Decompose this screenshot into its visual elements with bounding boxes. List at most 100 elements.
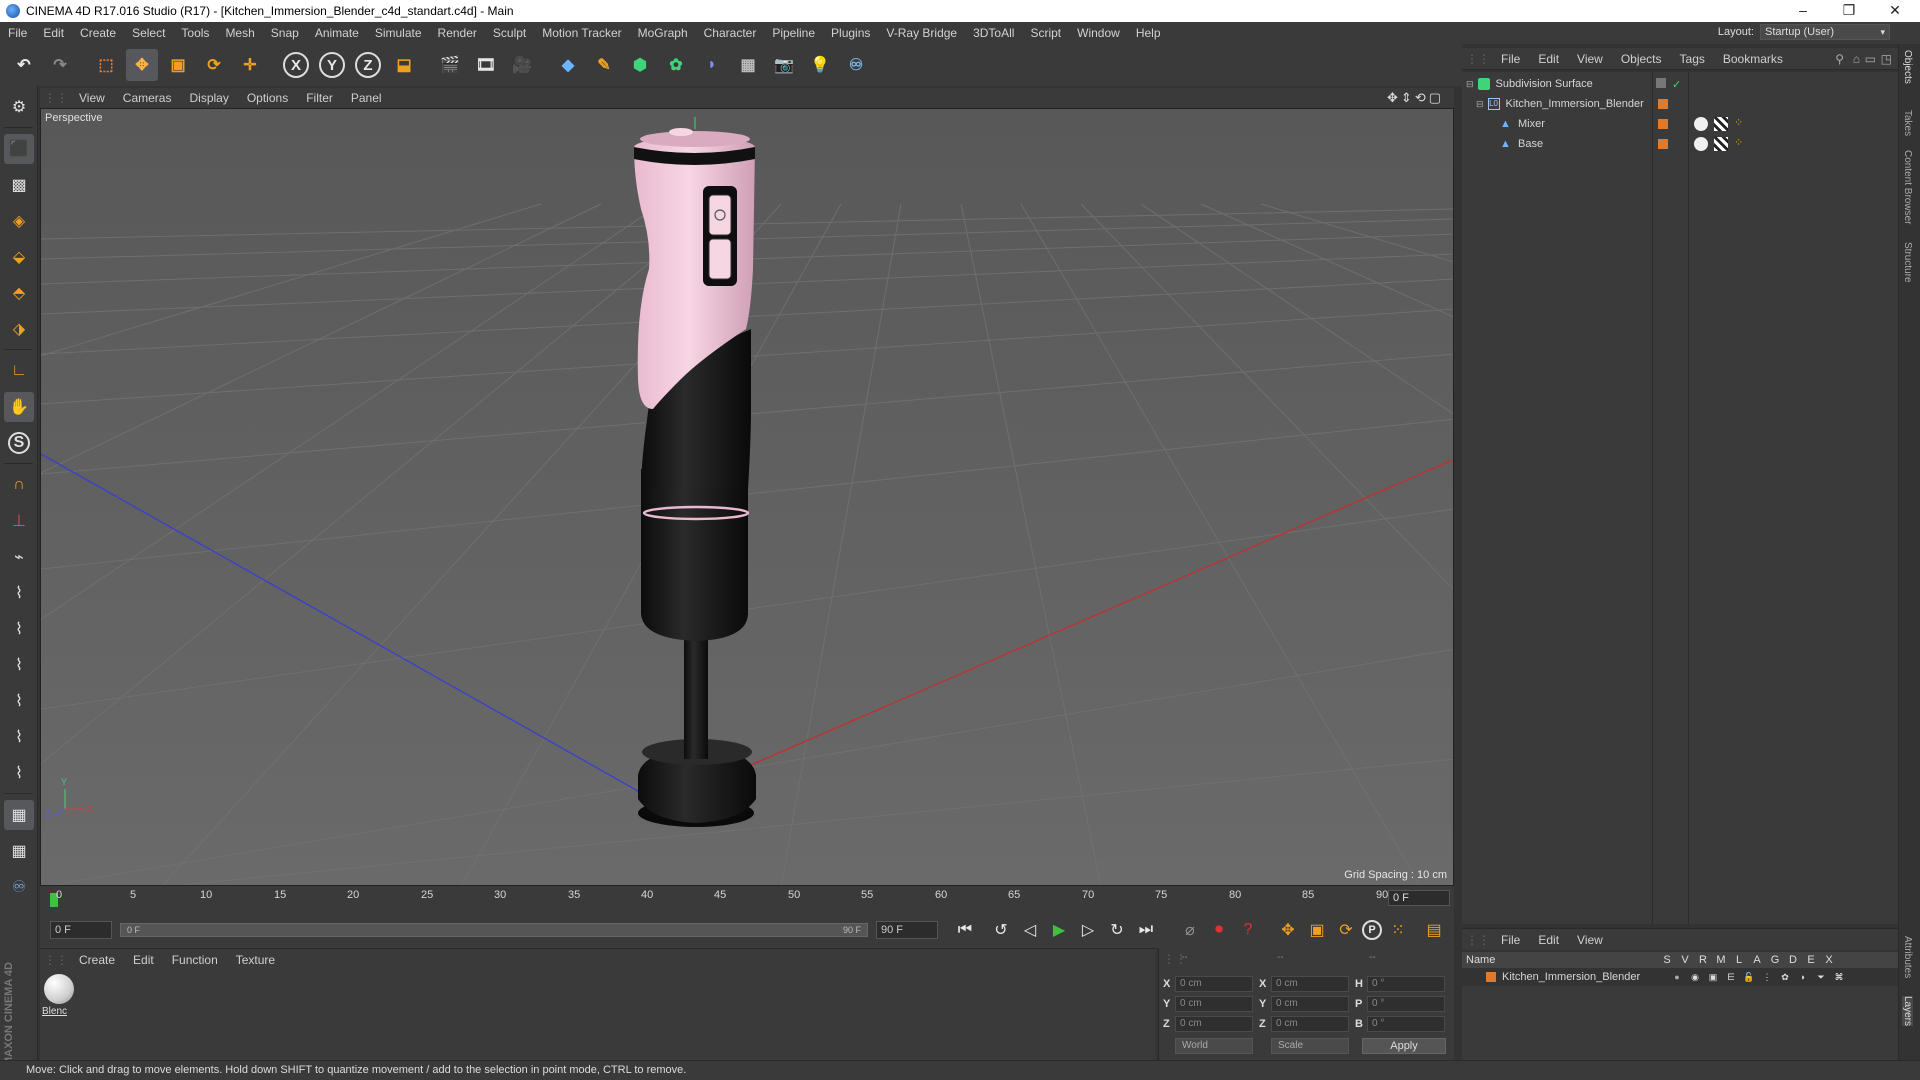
- coordinate-space-dropdown[interactable]: World: [1175, 1038, 1253, 1054]
- new-view-icon[interactable]: ▭: [1865, 52, 1876, 66]
- edges-mode-button[interactable]: ⬘: [4, 278, 34, 308]
- layer-animation-icon[interactable]: ⋮: [1758, 972, 1776, 983]
- python-console-button[interactable]: ♾: [4, 872, 34, 902]
- collapse-icon[interactable]: ⊟: [1476, 99, 1484, 110]
- layers-menu-view[interactable]: View: [1568, 933, 1612, 947]
- brush-tool-6-button[interactable]: ⌇: [4, 722, 34, 752]
- tab-content-browser[interactable]: Content Browser: [1902, 150, 1913, 224]
- add-camera-button[interactable]: 📷: [768, 49, 800, 81]
- layer-color-swatch[interactable]: [1658, 99, 1668, 109]
- collapse-icon[interactable]: ⊟: [1466, 79, 1474, 90]
- menu-create[interactable]: Create: [72, 22, 124, 44]
- z-axis-lock-button[interactable]: Z: [352, 49, 384, 81]
- render-to-picture-viewer-button[interactable]: 🎞: [470, 49, 502, 81]
- objects-menu-view[interactable]: View: [1568, 52, 1612, 66]
- layer-lock-icon[interactable]: 🔓: [1740, 972, 1758, 983]
- tab-takes[interactable]: Takes: [1902, 110, 1913, 136]
- rotation-key-button[interactable]: ⟳: [1333, 917, 1359, 943]
- material-menu-texture[interactable]: Texture: [227, 953, 284, 967]
- enable-axis-button[interactable]: ∟: [4, 356, 34, 386]
- texture-mode-button[interactable]: ▩: [4, 170, 34, 200]
- snap-button[interactable]: S: [4, 428, 34, 458]
- redo-button[interactable]: ↷: [44, 49, 76, 81]
- menu-sculpt[interactable]: Sculpt: [485, 22, 534, 44]
- end-frame-field[interactable]: 90 F: [876, 921, 938, 939]
- timeline-ruler[interactable]: 0 5 10 15 20 25 30 35 40 45 50 55 60 65 …: [40, 886, 1454, 912]
- menu-edit[interactable]: Edit: [35, 22, 72, 44]
- menu-3dtoall[interactable]: 3DToAll: [965, 22, 1022, 44]
- make-editable-button[interactable]: ⚙: [4, 92, 34, 122]
- y-axis-lock-button[interactable]: Y: [316, 49, 348, 81]
- menu-character[interactable]: Character: [696, 22, 765, 44]
- edit-render-settings-button[interactable]: 🎥: [506, 49, 538, 81]
- layer-render-icon[interactable]: ▣: [1704, 972, 1722, 983]
- selection-tag-icon[interactable]: ⁘: [1734, 136, 1743, 149]
- live-selection-tool-button[interactable]: ⬚: [90, 49, 122, 81]
- range-slider[interactable]: 0 F 90 F: [120, 923, 868, 937]
- menu-tools[interactable]: Tools: [173, 22, 217, 44]
- current-frame-field[interactable]: 0 F: [1388, 890, 1450, 906]
- tab-layers[interactable]: Layers: [1902, 996, 1913, 1027]
- menu-animate[interactable]: Animate: [307, 22, 367, 44]
- layer-view-eye-icon[interactable]: ◉: [1686, 972, 1704, 983]
- go-to-start-button[interactable]: ⏮: [952, 917, 978, 943]
- go-to-next-key-button[interactable]: ↻: [1104, 917, 1130, 943]
- viewport-menu-view[interactable]: View: [70, 91, 114, 105]
- layer-xref-icon[interactable]: ⌘: [1830, 972, 1848, 983]
- magnet-button[interactable]: ∩: [4, 470, 34, 500]
- layout-dropdown[interactable]: Startup (User) ▾: [1760, 24, 1890, 40]
- maximize-button[interactable]: ❐: [1826, 0, 1872, 22]
- object-row-kitchen-immersion-blender[interactable]: ⊟ L0 Kitchen_Immersion_Blender: [1462, 94, 1898, 114]
- keyframe-selection-button[interactable]: ?: [1235, 917, 1261, 943]
- add-environment-button[interactable]: ▦: [732, 49, 764, 81]
- size-x-field[interactable]: 0 cm: [1271, 976, 1349, 992]
- objects-menu-tags[interactable]: Tags: [1671, 52, 1714, 66]
- render-view-button[interactable]: 🎬: [434, 49, 466, 81]
- brush-tool-7-button[interactable]: ⌇: [4, 758, 34, 788]
- maximize-panel-icon[interactable]: ◳: [1881, 52, 1892, 66]
- viewport-navigation-icons[interactable]: ✥⇕⟲▢: [1387, 90, 1444, 106]
- menu-file[interactable]: File: [0, 22, 35, 44]
- play-button[interactable]: ▶: [1046, 917, 1072, 943]
- add-deformer-button[interactable]: ◗: [696, 49, 728, 81]
- menu-snap[interactable]: Snap: [263, 22, 307, 44]
- position-x-field[interactable]: 0 cm: [1175, 976, 1253, 992]
- brush-tool-2-button[interactable]: ⌇: [4, 578, 34, 608]
- viewport-menu-cameras[interactable]: Cameras: [114, 91, 181, 105]
- home-icon[interactable]: ⌂: [1853, 52, 1860, 66]
- brush-tool-4-button[interactable]: ⌇: [4, 650, 34, 680]
- undo-button[interactable]: ↶: [8, 49, 40, 81]
- close-button[interactable]: ✕: [1872, 0, 1918, 22]
- points-mode-button[interactable]: ⬙: [4, 242, 34, 272]
- material-item[interactable]: Blenc: [40, 970, 80, 1022]
- brush-tool-1-button[interactable]: ⌁: [4, 542, 34, 572]
- size-z-field[interactable]: 0 cm: [1271, 1016, 1349, 1032]
- material-menu-function[interactable]: Function: [163, 953, 227, 967]
- rotation-p-field[interactable]: 0 °: [1367, 996, 1445, 1012]
- menu-window[interactable]: Window: [1069, 22, 1128, 44]
- parameter-key-button[interactable]: P: [1362, 920, 1382, 940]
- menu-pipeline[interactable]: Pipeline: [764, 22, 823, 44]
- perspective-viewport[interactable]: Y X Z Perspective Grid Spacing : 10 cm: [40, 108, 1454, 886]
- layer-color-swatch[interactable]: [1658, 119, 1668, 129]
- menu-vray-bridge[interactable]: V-Ray Bridge: [878, 22, 965, 44]
- layer-manager-icon[interactable]: ⋿: [1722, 972, 1740, 983]
- generator-enabled-icon[interactable]: [1656, 78, 1666, 88]
- menu-simulate[interactable]: Simulate: [367, 22, 430, 44]
- menu-plugins[interactable]: Plugins: [823, 22, 878, 44]
- workplane-align-button[interactable]: ▦: [4, 836, 34, 866]
- tab-attributes[interactable]: Attributes: [1902, 936, 1913, 978]
- coordinate-system-button[interactable]: ⬓: [388, 49, 420, 81]
- menu-mesh[interactable]: Mesh: [217, 22, 262, 44]
- size-y-field[interactable]: 0 cm: [1271, 996, 1349, 1012]
- uvw-tag-icon[interactable]: [1714, 137, 1728, 151]
- tab-structure[interactable]: Structure: [1902, 242, 1913, 283]
- object-row-mixer[interactable]: ▲ Mixer ⁘: [1462, 114, 1898, 134]
- lock-workplane-button[interactable]: ▦: [4, 800, 34, 830]
- object-row-subdivision-surface[interactable]: ⊟ Subdivision Surface ✓: [1462, 74, 1898, 94]
- minimize-button[interactable]: –: [1780, 0, 1826, 22]
- object-row-base[interactable]: ▲ Base ⁘: [1462, 134, 1898, 154]
- menu-motion-tracker[interactable]: Motion Tracker: [534, 22, 629, 44]
- layers-menu-edit[interactable]: Edit: [1529, 933, 1568, 947]
- position-y-field[interactable]: 0 cm: [1175, 996, 1253, 1012]
